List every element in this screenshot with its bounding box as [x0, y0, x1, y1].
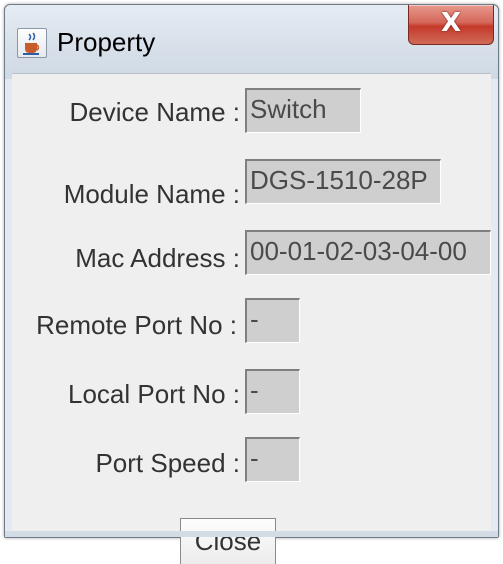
- module-name-label: Module Name :: [63, 179, 240, 209]
- port-speed-label: Port Speed :: [95, 448, 240, 478]
- window-title: Property: [57, 27, 156, 57]
- dialog-content: Device Name : Switch Module Name : DGS-1…: [12, 73, 491, 564]
- device-name-field: Switch: [245, 88, 361, 133]
- window-bottom-border: [5, 531, 498, 537]
- local-port-no-field: -: [245, 369, 300, 414]
- module-name-field: DGS-1510-28P: [245, 159, 441, 204]
- java-cup-icon: [17, 28, 47, 58]
- remote-port-no-field: -: [245, 298, 300, 343]
- property-dialog: Property X Device Name : Switch Module N…: [4, 4, 499, 564]
- mac-address-field: 00-01-02-03-04-00: [245, 230, 491, 275]
- close-icon: X: [440, 8, 462, 38]
- port-speed-field: -: [245, 437, 300, 482]
- window-close-button[interactable]: X: [408, 5, 494, 45]
- remote-port-no-label: Remote Port No :: [36, 310, 237, 340]
- close-button[interactable]: Close: [180, 518, 276, 564]
- mac-address-label: Mac Address :: [75, 243, 240, 273]
- device-name-label: Device Name :: [69, 97, 241, 127]
- title-bar[interactable]: Property X: [5, 5, 498, 79]
- local-port-no-label: Local Port No :: [68, 379, 240, 409]
